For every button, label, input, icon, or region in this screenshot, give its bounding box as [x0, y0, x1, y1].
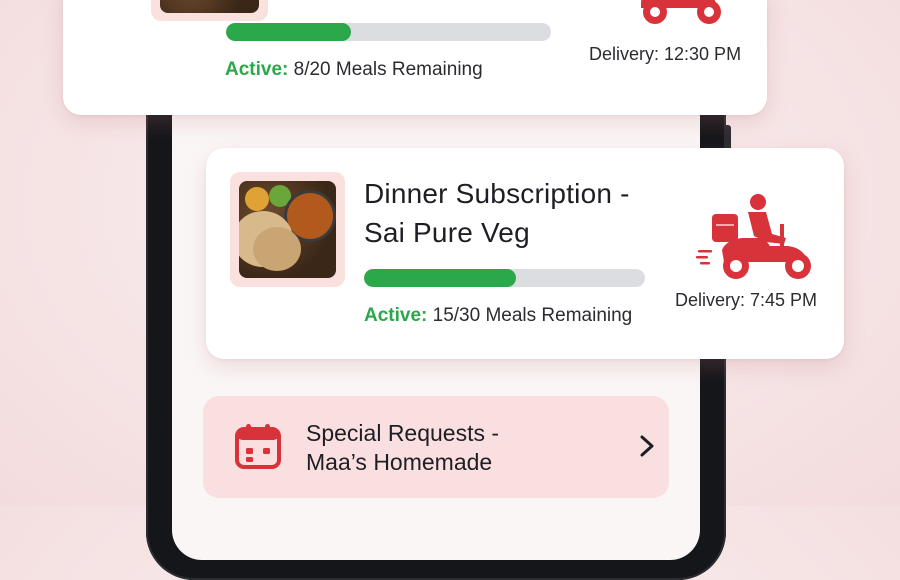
subscription-title-line2: Sai Pure Veg [364, 217, 530, 248]
chevron-right-icon[interactable] [635, 432, 659, 460]
meal-thumbnail [230, 172, 345, 287]
delivery-scooter-icon [696, 194, 811, 279]
meals-remaining-text: 8/20 Meals Remaining [293, 59, 483, 80]
active-label: Active: [225, 59, 289, 80]
calendar-icon [235, 424, 281, 469]
meals-progress-bar [226, 23, 551, 41]
delivery-time: Delivery: 12:30 PM [589, 44, 742, 64]
delivery-scooter-icon [641, 0, 721, 24]
subscription-title: Dinner Subscription - Sai Pure Veg [364, 174, 664, 252]
special-requests-line1: Special Requests - [306, 420, 500, 446]
active-label: Active: [364, 305, 428, 326]
subscription-card-dinner[interactable]: Dinner Subscription - Sai Pure Veg Activ… [206, 148, 844, 359]
special-requests-item[interactable]: Special Requests - Maa’s Homemade [203, 396, 669, 498]
meals-progress-fill [226, 23, 352, 41]
meal-thumbnail [151, 0, 268, 21]
thali-image [239, 181, 336, 278]
delivery-time: Delivery: 7:45 PM [675, 290, 818, 310]
meals-progress-fill [364, 269, 516, 287]
meals-progress-bar [364, 269, 645, 287]
special-requests-line2: Maa’s Homemade [306, 449, 493, 475]
subscription-title-line1: Dinner Subscription - [364, 178, 630, 209]
meals-remaining-text: 15/30 Meals Remaining [432, 305, 633, 326]
subscription-card-top[interactable]: Active: 8/20 Meals Remaining Delivery: 1… [63, 0, 767, 115]
meals-remaining-status: Active: 15/30 Meals Remaining [364, 305, 632, 327]
meals-remaining-status: Active: 8/20 Meals Remaining [225, 59, 483, 81]
special-requests-label: Special Requests - Maa’s Homemade [306, 419, 536, 477]
thali-image [160, 0, 259, 13]
